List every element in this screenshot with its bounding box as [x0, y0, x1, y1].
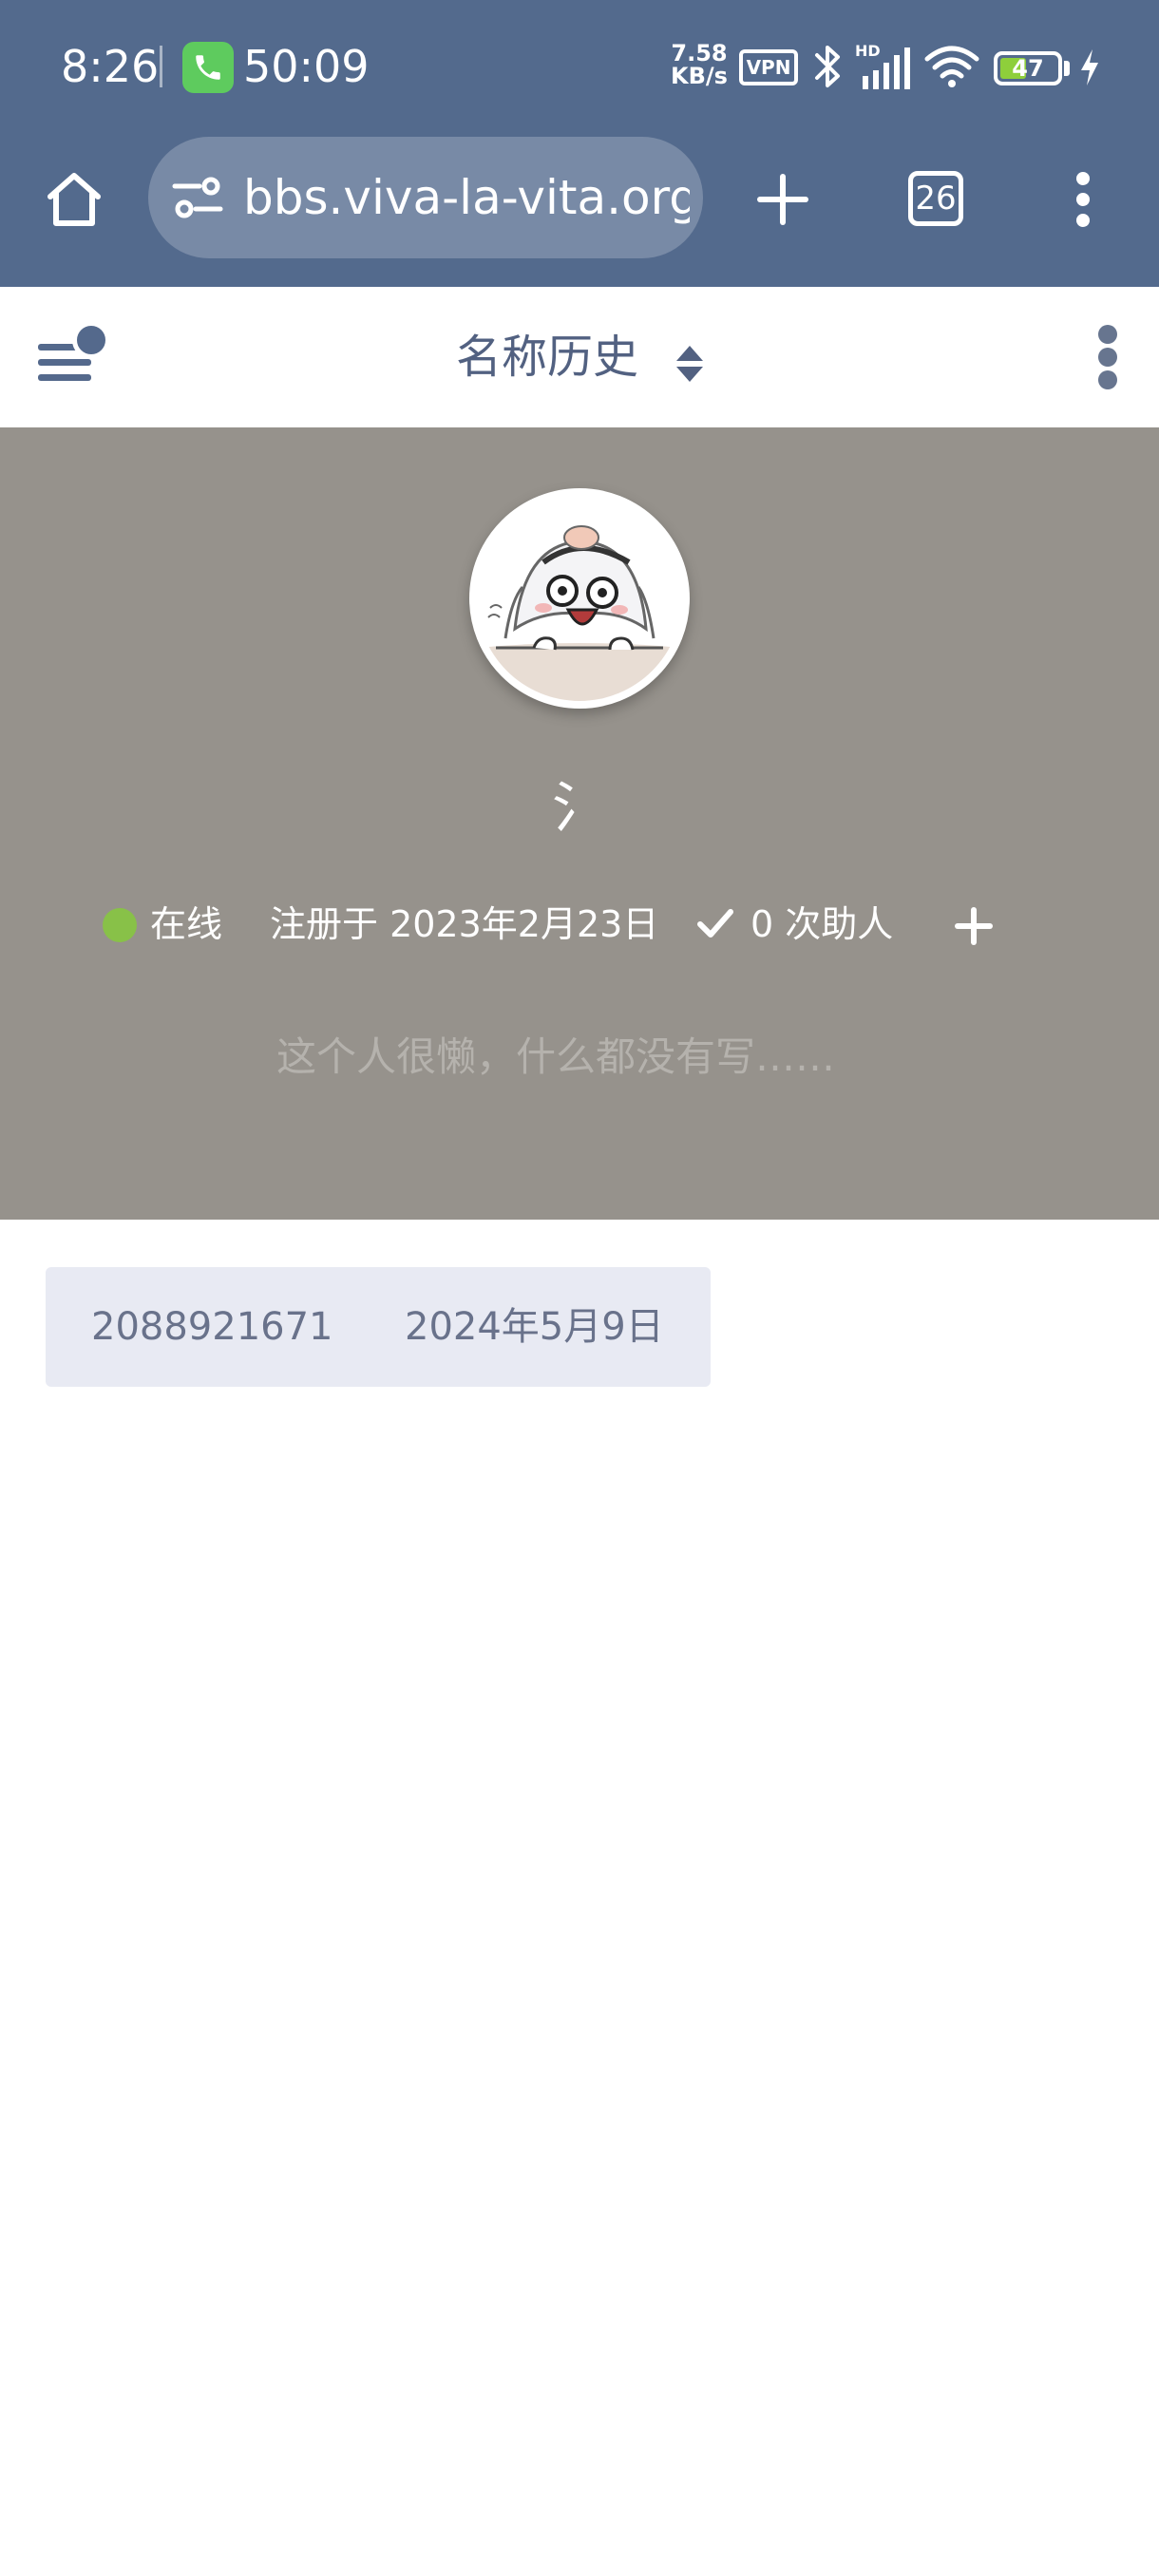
profile-hero: 氵 在线 注册于 2023年2月23日 0 次助人 这个人很懒，什么都没有写…… [0, 427, 1159, 1220]
cell-signal-icon: HD [855, 44, 912, 91]
new-tab-plus-icon [757, 174, 808, 225]
more-vert-icon [1098, 325, 1117, 344]
join-date: 注册于 2023年2月23日 [270, 903, 659, 945]
avatar[interactable] [469, 488, 690, 709]
site-header: 名称历史 [0, 287, 1159, 427]
battery-nub [1064, 61, 1070, 76]
status-bar: 8:26 50:09 7.58 KB/s VPN HD 47 [0, 0, 1159, 133]
url-bar[interactable]: bbs.viva-la-vita.org [148, 137, 703, 258]
menu-icon[interactable] [38, 321, 112, 386]
call-timer: 50:09 [243, 41, 370, 92]
bio-text: 这个人很懒，什么都没有写…… [276, 1033, 835, 1080]
status-time: 8:26 [61, 41, 160, 92]
menu-bar-2 [38, 359, 91, 366]
phone-icon[interactable] [182, 42, 234, 93]
check-icon [697, 909, 733, 938]
page-title[interactable]: 名称历史 [456, 323, 638, 391]
online-status-dot [103, 908, 137, 942]
vpn-badge: VPN [739, 49, 798, 85]
battery-level: 47 [1012, 55, 1044, 82]
history-name: 2088921671 [91, 1305, 333, 1349]
browser-menu-button[interactable] [1054, 161, 1112, 237]
battery-icon: 47 [994, 51, 1062, 85]
more-vert-dot [1098, 348, 1117, 367]
site-settings-icon[interactable] [171, 171, 224, 224]
notification-dot [72, 321, 110, 359]
browser-chrome: 8:26 50:09 7.58 KB/s VPN HD 47 bbs.viva-… [0, 0, 1159, 287]
new-tab-button[interactable] [745, 161, 821, 237]
network-speed-unit: KB/s [671, 63, 728, 89]
online-status: 在线 [150, 903, 223, 945]
menu-bar-3 [38, 374, 91, 381]
helped-count: 0 次助人 [750, 903, 894, 945]
charging-bolt-icon [1081, 49, 1098, 85]
status-separator [160, 46, 162, 87]
more-vert-icon [1076, 172, 1090, 227]
home-icon [48, 173, 101, 226]
network-speed-value: 7.58 [671, 40, 728, 66]
name-history-list: 2088921671 2024年5月9日 [46, 1267, 711, 1398]
sort-icon[interactable] [674, 344, 705, 384]
list-item: 2088921671 2024年5月9日 [46, 1267, 711, 1387]
bluetooth-icon [815, 46, 840, 87]
url-text: bbs.viva-la-vita.org [243, 170, 690, 225]
tab-switcher-button[interactable]: 26 [908, 171, 963, 226]
home-button[interactable] [36, 161, 112, 237]
history-date: 2024年5月9日 [405, 1305, 664, 1349]
wifi-icon [924, 46, 979, 87]
profile-meta: 在线 注册于 2023年2月23日 0 次助人 [0, 891, 1159, 957]
page-menu-button[interactable] [1087, 321, 1129, 393]
plus-icon[interactable] [950, 902, 998, 950]
network-speed: 7.58 KB/s [669, 42, 730, 87]
username: 氵 [551, 775, 607, 840]
more-vert-dot [1098, 370, 1117, 389]
